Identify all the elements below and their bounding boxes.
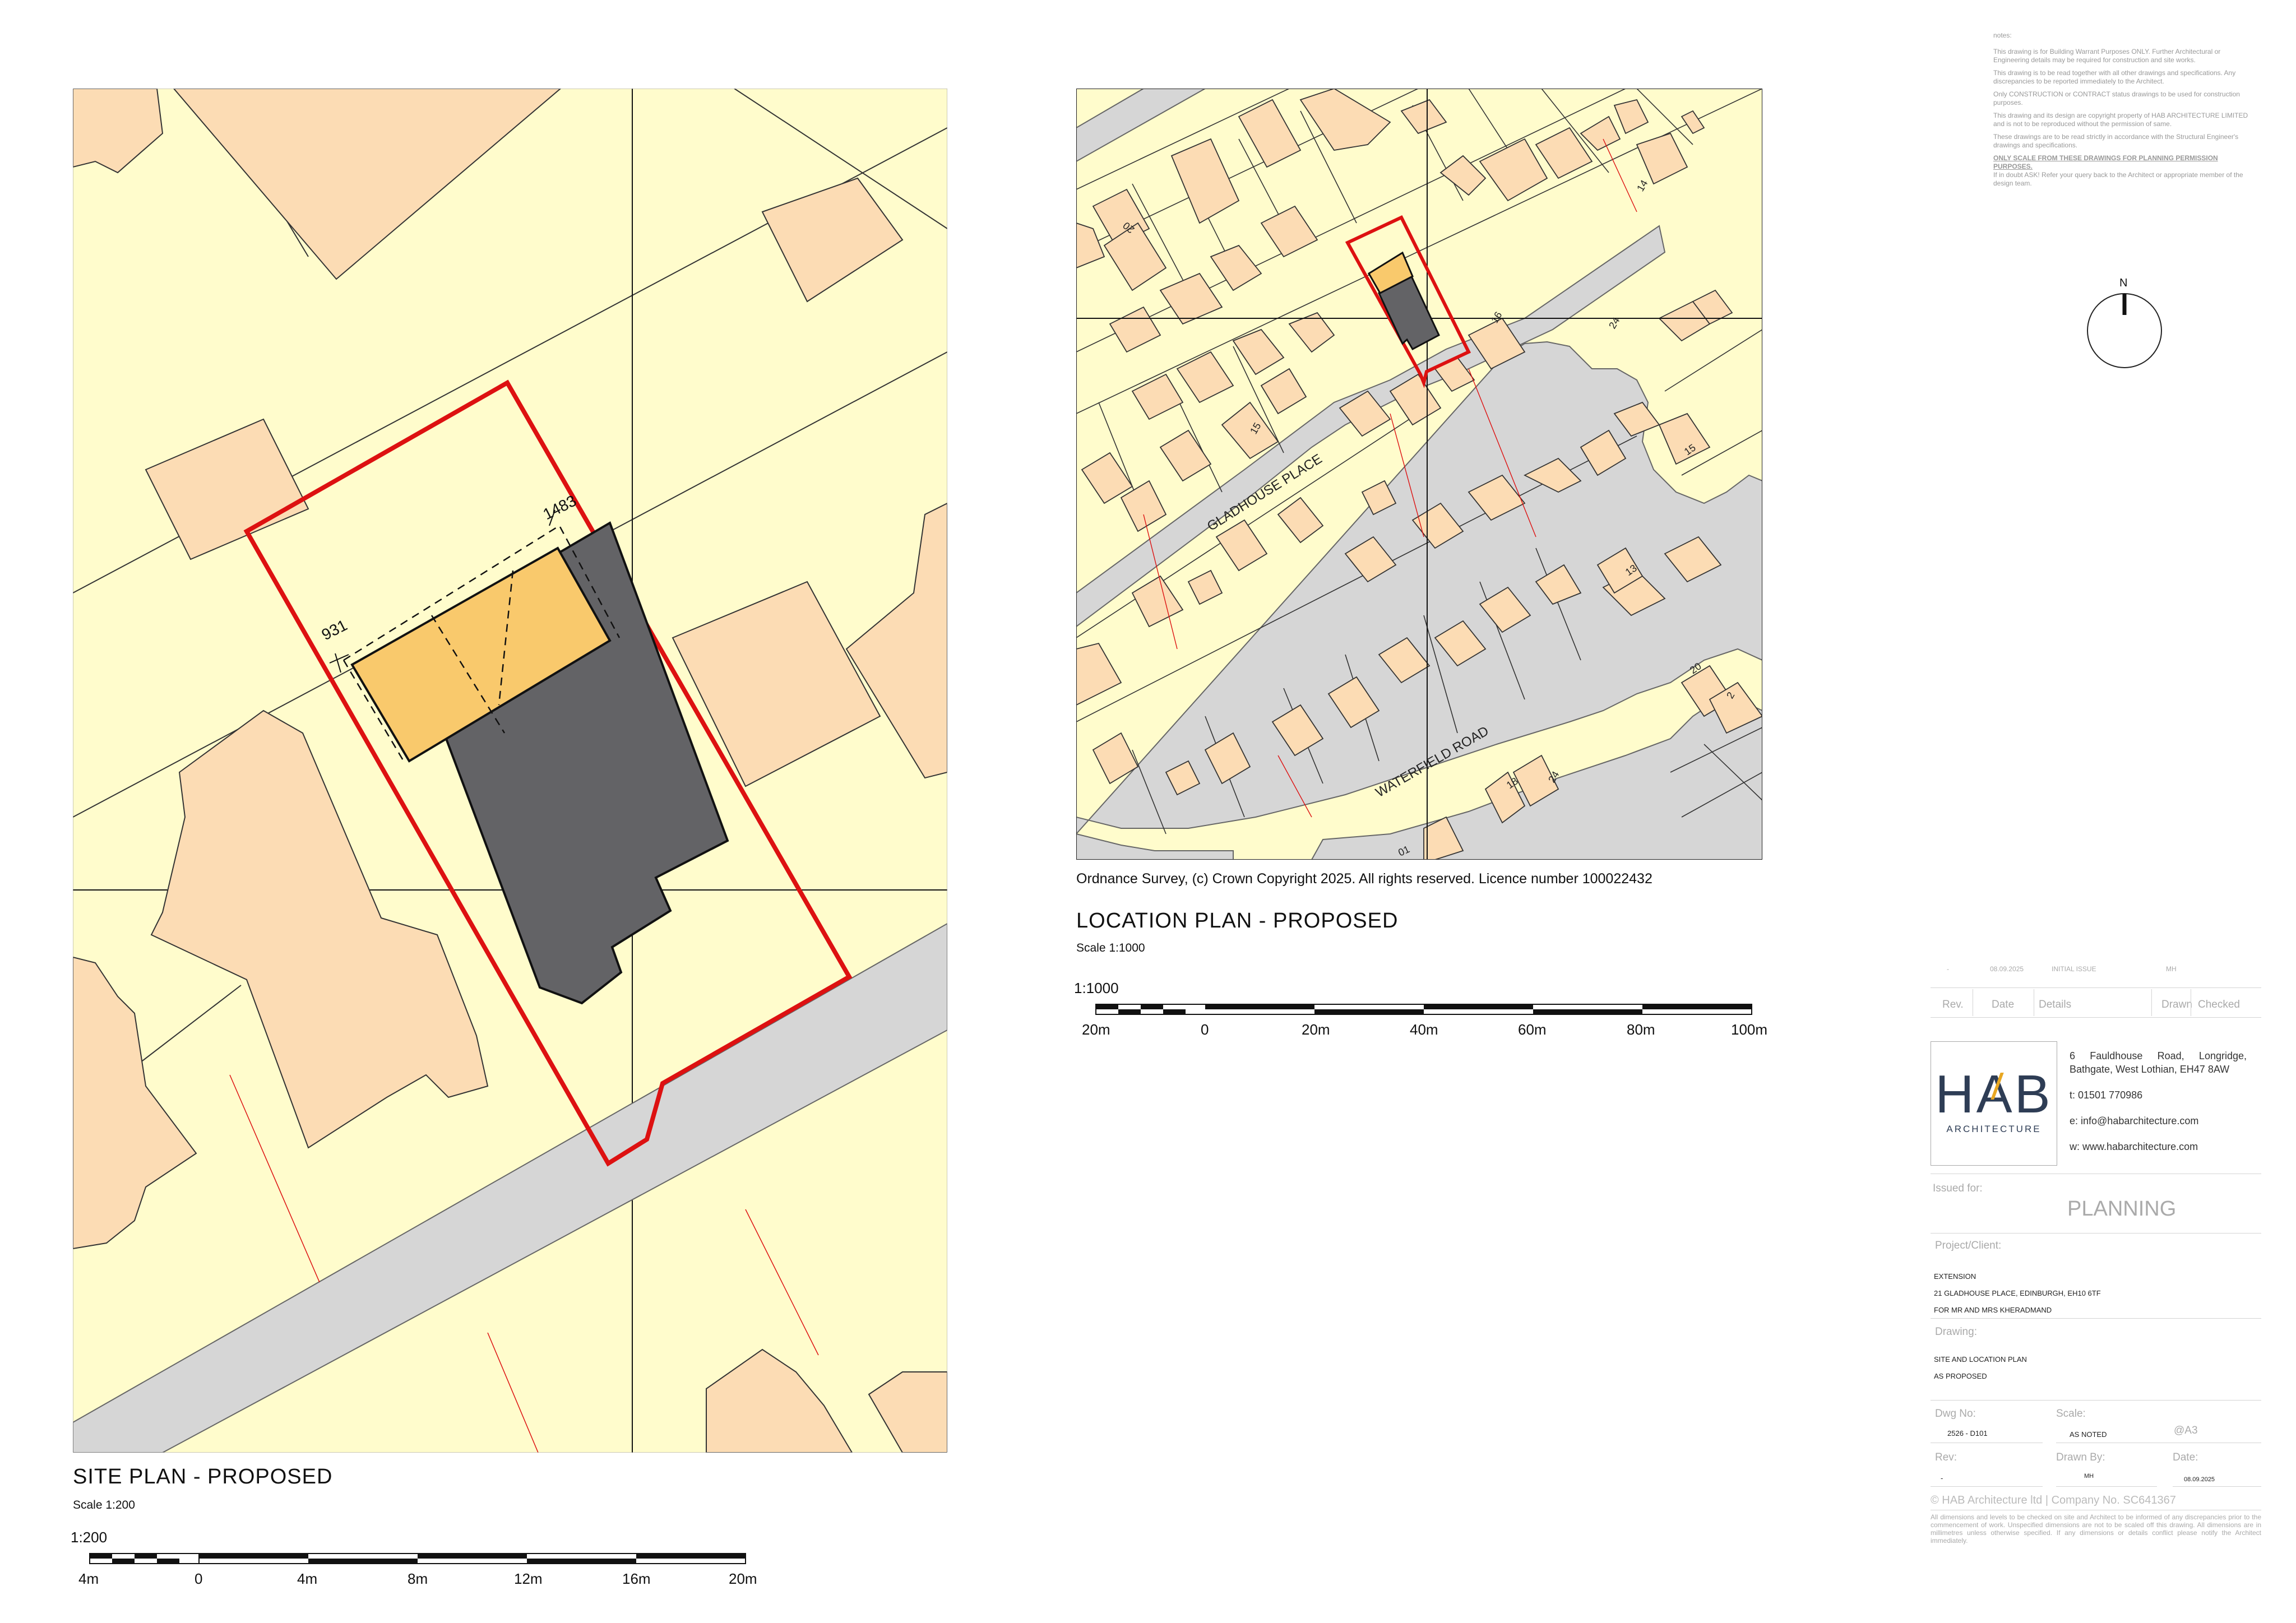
drawing-line: AS PROPOSED <box>1934 1372 1987 1380</box>
location-tick-6: 100m <box>1731 1021 1768 1038</box>
header-date: Date <box>1992 999 2015 1010</box>
location-tick-1: 0 <box>1201 1021 1209 1038</box>
date-value: 08.09.2025 <box>2184 1476 2215 1483</box>
drawing-label: Drawing: <box>1935 1326 1977 1338</box>
site-tick-6: 20m <box>729 1570 757 1587</box>
site-tick-5: 16m <box>622 1570 651 1587</box>
paper-size: @A3 <box>2174 1425 2198 1436</box>
note-warning: ONLY SCALE FROM THESE DRAWINGS FOR PLANN… <box>1993 154 2218 170</box>
location-tick-3: 40m <box>1410 1021 1438 1038</box>
site-scalebar-label: 1:200 <box>71 1529 108 1546</box>
company-tel: t: 01501 770986 <box>2070 1089 2143 1101</box>
notes-heading: notes: <box>1993 31 2012 39</box>
site-tick-1: 0 <box>195 1570 203 1587</box>
note-footer: If in doubt ASK! Refer your query back t… <box>1993 171 2243 187</box>
rev-row-details: INITIAL ISSUE <box>2052 965 2096 973</box>
issued-for-value: PLANNING <box>2067 1197 2177 1221</box>
location-scalebar-label: 1:1000 <box>1074 980 1119 996</box>
site-tick-3: 8m <box>408 1570 428 1587</box>
header-details: Details <box>2039 999 2072 1010</box>
site-plan-title: SITE PLAN - PROPOSED <box>73 1465 333 1488</box>
site-scalebar <box>89 1553 746 1564</box>
notes-block: notes: This drawing is for Building Warr… <box>1993 31 2251 188</box>
north-arrow-icon <box>2087 293 2162 368</box>
dwg-no-value: 2526 - D101 <box>1947 1429 1988 1437</box>
location-tick-4: 60m <box>1518 1021 1547 1038</box>
location-tick-0: 20m <box>1082 1021 1110 1038</box>
project-line: EXTENSION <box>1934 1272 1976 1281</box>
hab-logo: HAB ARCHITECTURE <box>1931 1041 2057 1166</box>
north-label: N <box>2119 277 2128 289</box>
rev-row-rev: - <box>1947 965 1949 973</box>
drawing-line: SITE AND LOCATION PLAN <box>1934 1355 2027 1364</box>
company-email: e: info@habarchitecture.com <box>2070 1115 2199 1126</box>
rev-row-drawn: MH <box>2166 965 2177 973</box>
note-paragraph: Only CONSTRUCTION or CONTRACT status dra… <box>1993 90 2240 106</box>
location-tick-5: 80m <box>1627 1021 1655 1038</box>
rev-value: - <box>1941 1474 1943 1482</box>
company-address: 6 Fauldhouse Road, Longridge, Bathgate, … <box>2070 1050 2247 1075</box>
hab-logo-sub: ARCHITECTURE <box>1946 1124 2042 1134</box>
location-plan-scale: Scale 1:1000 <box>1076 942 1145 954</box>
issued-for-label: Issued for: <box>1933 1183 1983 1194</box>
drawn-by-label: Drawn By: <box>2056 1452 2105 1463</box>
site-tick-2: 4m <box>297 1570 318 1587</box>
site-tick-4: 12m <box>514 1570 543 1587</box>
header-checked: Checked <box>2198 999 2240 1010</box>
note-paragraph: This drawing and its design are copyrigh… <box>1993 112 2248 128</box>
header-rev: Rev. <box>1942 999 1964 1010</box>
scale-value: AS NOTED <box>2070 1430 2107 1439</box>
rev-label: Rev: <box>1935 1452 1957 1463</box>
scale-label: Scale: <box>2056 1408 2086 1420</box>
company-web: w: www.habarchitecture.com <box>2070 1141 2198 1152</box>
note-paragraph: This drawing is for Building Warrant Pur… <box>1993 48 2221 64</box>
date-label: Date: <box>2173 1452 2198 1463</box>
location-plan-map: GLADHOUSE PLACE WATERFIELD ROAD 20 15 16… <box>1076 89 1762 860</box>
site-plan-scale: Scale 1:200 <box>73 1499 135 1511</box>
location-tick-2: 20m <box>1302 1021 1330 1038</box>
project-label: Project/Client: <box>1935 1240 2002 1251</box>
project-line: 21 GLADHOUSE PLACE, EDINBURGH, EH10 6TF <box>1934 1289 2101 1297</box>
site-plan-map: 931 1483 <box>73 89 947 1453</box>
disclaimer-text: All dimensions and levels to be checked … <box>1931 1513 2261 1545</box>
drawn-by-value: MH <box>2084 1473 2094 1480</box>
note-paragraph: This drawing is to be read together with… <box>1993 69 2236 85</box>
note-paragraph: These drawings are to be read strictly i… <box>1993 133 2239 149</box>
rev-row-date: 08.09.2025 <box>1990 965 2024 973</box>
project-line: FOR MR AND MRS KHERADMAND <box>1934 1306 2052 1314</box>
ordnance-copyright: Ordnance Survey, (c) Crown Copyright 202… <box>1076 871 1652 887</box>
header-drawn: Drawn <box>2161 999 2192 1010</box>
dwg-no-label: Dwg No: <box>1935 1408 1976 1420</box>
location-scalebar <box>1095 1004 1752 1015</box>
site-tick-0: 4m <box>78 1570 99 1587</box>
company-copyright: © HAB Architecture ltd | Company No. SC6… <box>1931 1494 2176 1506</box>
location-plan-title: LOCATION PLAN - PROPOSED <box>1076 909 1399 933</box>
